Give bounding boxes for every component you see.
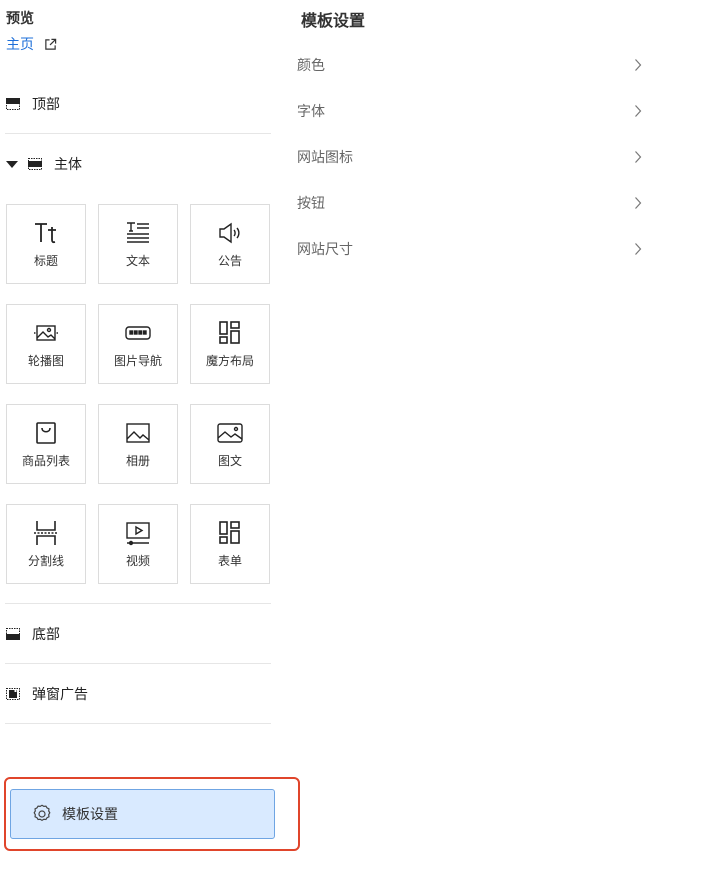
component-divider[interactable]: 分割线 — [6, 504, 86, 584]
section-body-label: 主体 — [54, 157, 82, 173]
setting-item-label: 颜色 — [297, 58, 325, 74]
top-section-icon — [6, 98, 20, 110]
component-announcement-label: 公告 — [217, 253, 242, 268]
chevron-right-icon — [635, 59, 642, 71]
component-text[interactable]: 文本 — [98, 204, 178, 284]
component-announcement[interactable]: 公告 — [190, 204, 270, 284]
template-settings-button[interactable]: 模板设置 — [10, 789, 275, 839]
component-form[interactable]: 表单 — [190, 504, 270, 584]
form-icon — [219, 520, 240, 544]
component-image-text-label: 图文 — [217, 453, 242, 468]
popup-ad-icon — [6, 688, 20, 700]
divider — [5, 723, 271, 724]
section-top-label: 顶部 — [32, 97, 60, 113]
divider-icon — [34, 520, 58, 545]
setting-item-font[interactable]: 字体 — [297, 88, 642, 134]
divider — [5, 603, 271, 604]
title-icon — [35, 222, 56, 243]
setting-item-label: 网站图标 — [297, 150, 353, 166]
component-panel: 预览 主页 顶部 主体 标题 文本 公告 轮播图 图片导航 魔方布局 商品列表 … — [0, 0, 300, 869]
video-icon — [126, 521, 150, 545]
chevron-right-icon — [635, 197, 642, 209]
preview-label: 预览 — [6, 11, 34, 27]
chevron-right-icon — [635, 243, 642, 255]
component-carousel-label: 轮播图 — [27, 353, 64, 368]
chevron-right-icon — [635, 151, 642, 163]
body-section-icon — [28, 158, 42, 170]
home-link[interactable]: 主页 — [6, 34, 57, 54]
section-body[interactable]: 主体 — [6, 144, 271, 184]
component-title-label: 标题 — [33, 253, 58, 268]
album-icon — [126, 422, 150, 443]
component-image-nav[interactable]: 图片导航 — [98, 304, 178, 384]
component-video[interactable]: 视频 — [98, 504, 178, 584]
component-grid: 标题 文本 公告 轮播图 图片导航 魔方布局 商品列表 相册 图文 分割线 视频… — [6, 204, 272, 584]
announcement-icon — [219, 222, 240, 243]
component-carousel[interactable]: 轮播图 — [6, 304, 86, 384]
gear-icon — [33, 804, 51, 822]
component-album[interactable]: 相册 — [98, 404, 178, 484]
text-icon — [127, 221, 149, 243]
setting-item-color[interactable]: 颜色 — [297, 42, 642, 88]
setting-item-label: 网站尺寸 — [297, 242, 353, 258]
setting-item-button[interactable]: 按钮 — [297, 180, 642, 226]
caret-down-icon[interactable] — [6, 160, 18, 168]
setting-item-label: 字体 — [297, 104, 325, 120]
image-nav-icon — [125, 325, 151, 340]
external-link-icon — [45, 38, 57, 50]
chevron-right-icon — [635, 105, 642, 117]
image-text-icon — [217, 422, 243, 443]
section-bottom-label: 底部 — [32, 627, 60, 643]
divider — [5, 663, 271, 664]
home-link-label: 主页 — [6, 37, 34, 53]
carousel-icon — [34, 324, 58, 341]
component-form-label: 表单 — [217, 553, 242, 568]
component-image-nav-label: 图片导航 — [113, 353, 162, 368]
template-settings-button-label: 模板设置 — [62, 807, 118, 823]
section-popup-ad-label: 弹窗广告 — [32, 687, 88, 703]
component-video-label: 视频 — [125, 553, 150, 568]
component-title[interactable]: 标题 — [6, 204, 86, 284]
section-bottom[interactable]: 底部 — [6, 614, 271, 654]
section-top[interactable]: 顶部 — [6, 84, 271, 124]
component-divider-label: 分割线 — [27, 553, 64, 568]
setting-item-site-size[interactable]: 网站尺寸 — [297, 226, 642, 272]
component-text-label: 文本 — [125, 253, 150, 268]
divider — [5, 133, 271, 134]
cube-layout-icon — [219, 320, 240, 344]
component-image-text[interactable]: 图文 — [190, 404, 270, 484]
component-cube-layout[interactable]: 魔方布局 — [190, 304, 270, 384]
setting-item-label: 按钮 — [297, 196, 325, 212]
component-cube-layout-label: 魔方布局 — [205, 353, 254, 368]
component-album-label: 相册 — [125, 453, 150, 468]
component-product-list-label: 商品列表 — [21, 453, 70, 468]
bottom-section-icon — [6, 628, 20, 640]
setting-item-site-icon[interactable]: 网站图标 — [297, 134, 642, 180]
section-popup-ad[interactable]: 弹窗广告 — [6, 674, 271, 714]
settings-panel-title: 模板设置 — [301, 11, 366, 30]
component-product-list[interactable]: 商品列表 — [6, 404, 86, 484]
product-list-icon — [36, 421, 56, 444]
